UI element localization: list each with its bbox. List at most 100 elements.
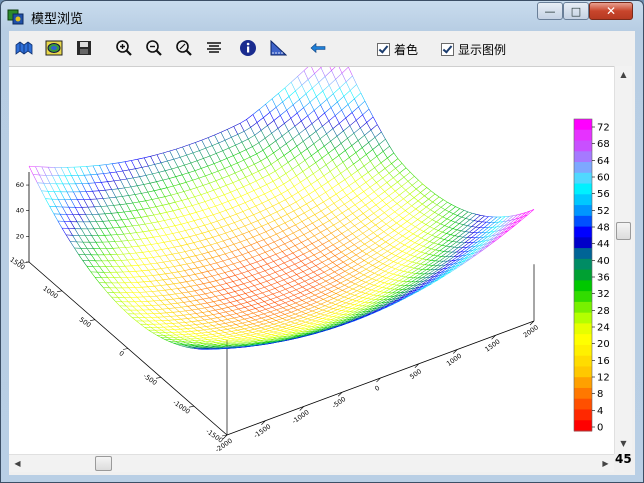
surface-mesh-line [248,330,253,333]
surface-mesh-line [272,335,280,338]
measure-button[interactable] [267,37,289,59]
vertical-scrollbar[interactable]: ▲ ▼ [614,66,632,454]
surface-mesh-line [239,326,245,330]
surface-mesh-line [307,143,314,149]
surface-mesh-line [265,252,270,258]
surface-mesh-line [249,183,255,191]
surface-mesh-line [196,283,204,286]
surface-mesh-line [191,249,196,256]
surface-mesh-line [173,266,179,272]
vertical-scroll-thumb[interactable] [616,222,631,240]
zoom-reset-button[interactable] [173,37,195,59]
surface-mesh-line [366,232,374,238]
surface-mesh-line [119,227,124,235]
surface-mesh-line [240,196,246,203]
surface-mesh-line [124,187,129,196]
maximize-button[interactable]: □ [563,2,589,20]
map-3d-button[interactable] [13,37,35,59]
color-checkbox[interactable]: 着色 [377,41,418,58]
surface-mesh-line [28,165,36,167]
back-button[interactable] [307,37,329,59]
surface-mesh-line [428,198,433,203]
surface-mesh-line [209,153,217,157]
surface-mesh-line [339,217,347,222]
surface-mesh-line [276,208,284,213]
surface-mesh-line [186,152,194,156]
surface-mesh-line [84,175,89,184]
horizontal-scroll-thumb[interactable] [95,456,112,471]
surface-mesh-line [308,281,316,285]
horizontal-scrollbar[interactable]: ◀ ▶ [9,454,614,472]
legend-color-band [574,258,592,271]
surface-mesh-line [435,249,440,251]
surface-plot[interactable]: 0204060-2000-1500-1000-50005001000150020… [9,67,614,455]
surface-plot-canvas[interactable]: 0 20 40 60 -2000 -1500 -1000 -500 0 500 1000 1500 20… [9,66,614,455]
surface-mesh-line [183,215,188,223]
surface-mesh-line [349,270,356,275]
surface-mesh-line [176,314,184,317]
surface-mesh-line [371,286,379,291]
surface-mesh-line [359,285,364,288]
surface-mesh-line [364,260,369,264]
surface-mesh-line [151,305,157,310]
surface-mesh-line [274,193,282,198]
scroll-left-icon[interactable]: ◀ [9,455,26,472]
surface-mesh-line [328,240,334,245]
surface-mesh-line [209,280,217,283]
surface-mesh-line [341,307,349,311]
surface-mesh-line [463,210,469,213]
surface-mesh-line [341,109,346,119]
surface-mesh-line [190,284,197,287]
surface-mesh-line [129,233,135,241]
close-button[interactable]: ✕ [589,2,633,20]
surface-mesh-line [391,237,397,241]
surface-mesh-line [197,320,203,325]
surface-mesh-line [163,260,170,263]
surface-mesh-line [185,205,193,208]
color-checkbox-box[interactable] [377,43,390,56]
contour-map-button[interactable] [43,37,65,59]
surface-mesh-line [62,206,67,215]
title-bar[interactable]: 模型浏览 — □ ✕ [1,1,643,31]
surface-mesh-line [376,248,384,254]
surface-mesh-line [227,319,232,323]
scroll-up-icon[interactable]: ▲ [615,66,632,83]
surface-mesh-line [265,133,272,139]
surface-mesh-line [163,242,169,249]
legend-checkbox-box[interactable] [441,43,454,56]
scroll-right-icon[interactable]: ▶ [597,455,614,472]
surface-mesh-line [360,288,368,293]
surface-mesh-line [233,334,240,337]
save-button[interactable] [73,37,95,59]
surface-mesh-line [223,218,229,226]
zoom-in-button[interactable] [113,37,135,59]
legend-checkbox[interactable]: 显示图例 [441,41,506,58]
surface-mesh-line [228,339,236,342]
surface-mesh-line [373,281,381,286]
text-align-button[interactable] [203,37,225,59]
surface-mesh-line [242,208,250,212]
surface-mesh-line [120,178,127,181]
info-button[interactable] [237,37,259,59]
minimize-button[interactable]: — [537,2,563,20]
surface-mesh-line [291,286,297,291]
surface-mesh-line [244,223,252,227]
surface-mesh-line [439,250,444,252]
surface-mesh-line [241,331,247,334]
legend-checkbox-label: 显示图例 [458,43,507,57]
surface-mesh-line [51,198,57,207]
surface-mesh-line [118,247,124,255]
surface-mesh-line [420,259,428,265]
surface-mesh-line [194,274,200,280]
zoom-out-button[interactable] [143,37,165,59]
surface-mesh-line [374,273,379,276]
surface-mesh-line [197,248,203,255]
surface-mesh-line [347,138,352,146]
surface-mesh-line [122,170,128,180]
surface-mesh-line [253,341,259,343]
surface-mesh-line [240,316,245,320]
surface-mesh-line [125,247,130,254]
surface-mesh-line [288,131,293,139]
scroll-down-icon[interactable]: ▼ [615,435,632,452]
surface-mesh-line [411,185,417,190]
